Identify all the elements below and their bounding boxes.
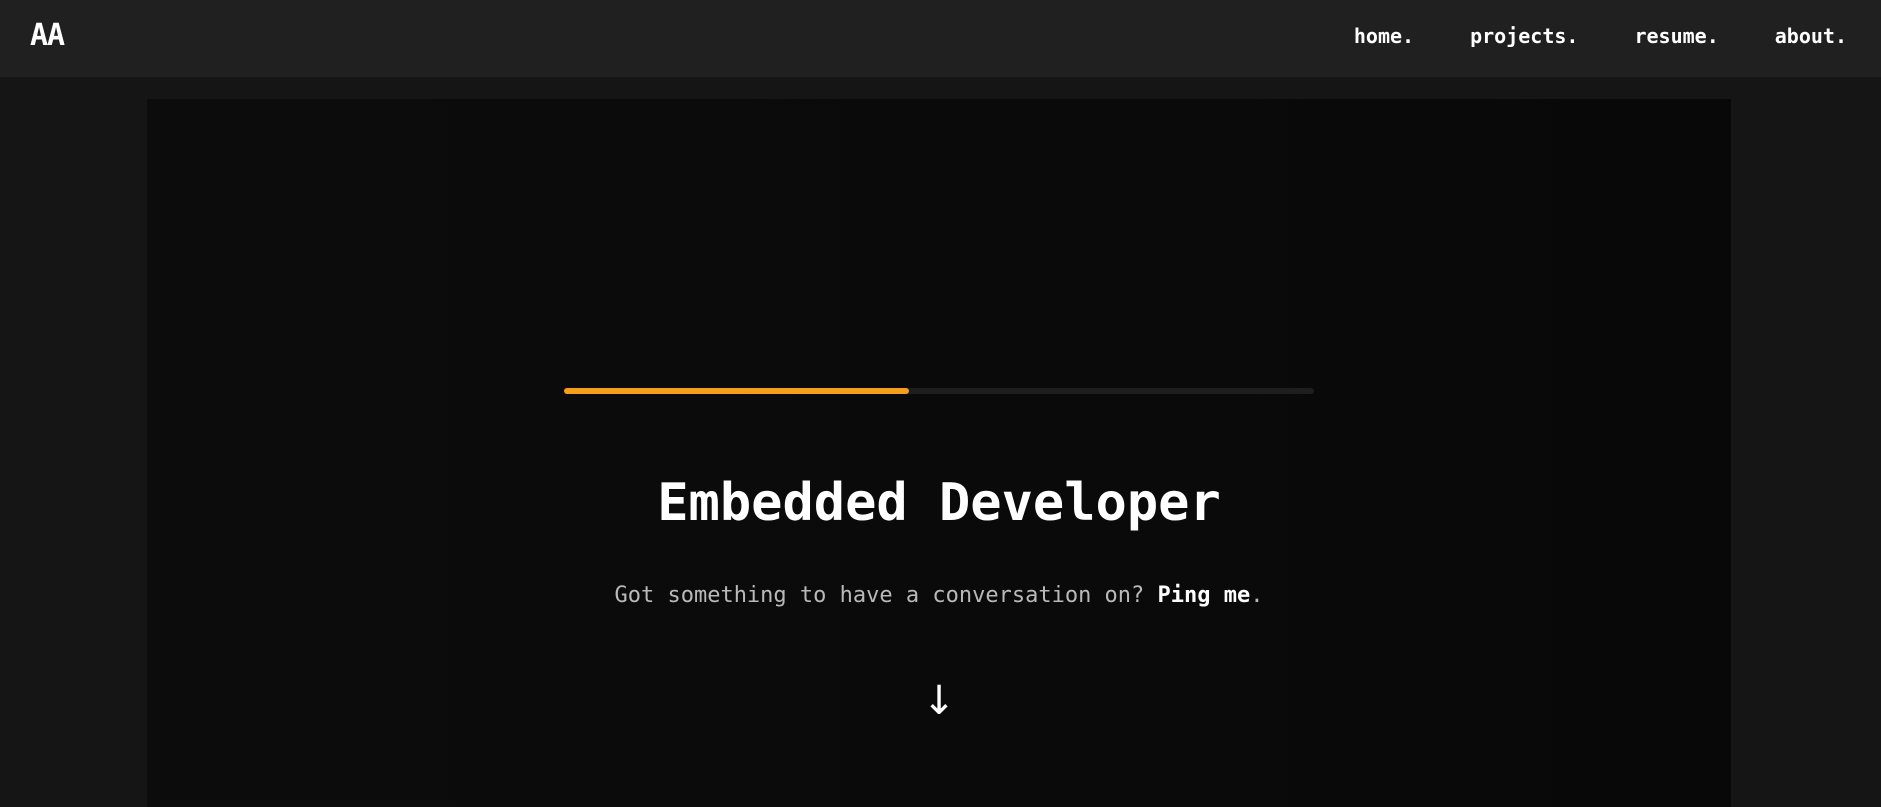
site-logo[interactable]: AA: [30, 18, 65, 54]
nav-link-about[interactable]: about.: [1775, 22, 1847, 50]
hero-subtitle-period: .: [1250, 583, 1264, 608]
hero-section: Embedded Developer Got something to have…: [147, 99, 1731, 807]
progress-bar: [564, 388, 1314, 394]
progress-bar-fill: [564, 388, 909, 394]
nav-links: home. projects. resume. about.: [1354, 22, 1847, 50]
arrow-down-icon[interactable]: ↓: [147, 677, 1731, 725]
hero-subtitle-text: Got something to have a conversation on?: [614, 583, 1158, 608]
hero-subtitle: Got something to have a conversation on?…: [147, 581, 1731, 611]
nav-link-resume[interactable]: resume.: [1634, 22, 1718, 50]
hero-title: Embedded Developer: [657, 473, 1221, 533]
ping-me-link[interactable]: Ping me: [1158, 583, 1251, 608]
nav-link-home[interactable]: home.: [1354, 22, 1414, 50]
navbar: AA home. projects. resume. about.: [0, 0, 1881, 77]
nav-link-projects[interactable]: projects.: [1470, 22, 1578, 50]
